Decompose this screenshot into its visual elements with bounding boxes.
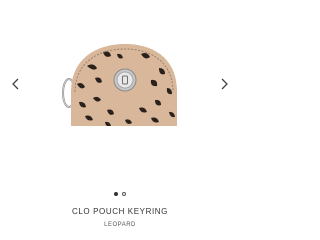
- next-image-button[interactable]: [216, 74, 232, 94]
- pagination-dot[interactable]: [122, 192, 126, 196]
- product-variant: LEOPARD: [104, 222, 136, 228]
- product-card: CLO POUCH KEYRING LEOPARD: [0, 0, 240, 240]
- product-image: [62, 44, 177, 126]
- product-image-carousel[interactable]: [0, 0, 240, 200]
- previous-image-button[interactable]: [8, 74, 24, 94]
- pagination-dot-active[interactable]: [114, 192, 118, 196]
- product-title[interactable]: CLO POUCH KEYRING: [0, 207, 240, 216]
- chevron-right-icon: [221, 78, 228, 90]
- carousel-pagination: [0, 190, 240, 198]
- chevron-left-icon: [12, 78, 19, 90]
